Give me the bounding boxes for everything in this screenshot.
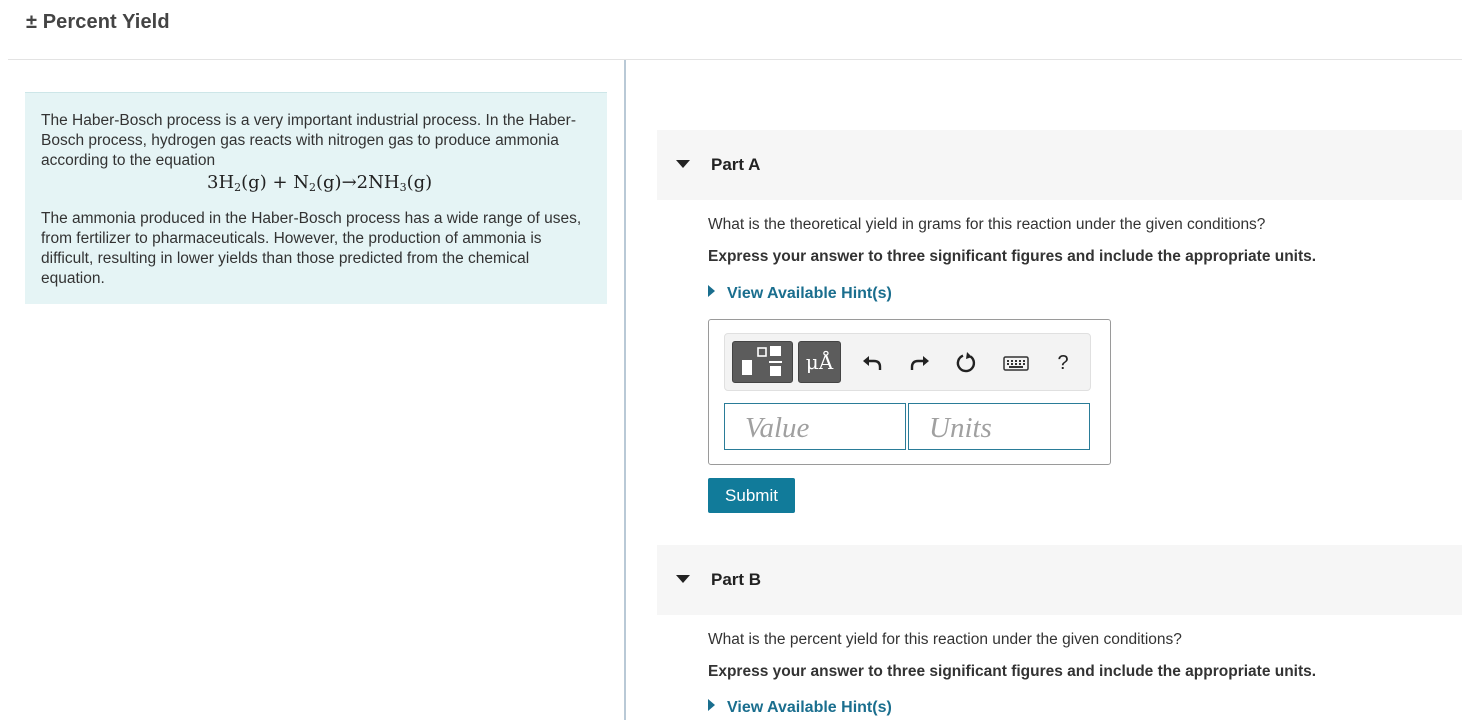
part-b-instruction: Express your answer to three significant… xyxy=(708,663,1317,680)
equation-n2: (g) + N xyxy=(241,172,309,193)
redo-button[interactable] xyxy=(908,351,932,375)
page-title: ± Percent Yield xyxy=(26,11,170,33)
equation-n2-subscript: 2 xyxy=(309,181,316,194)
header-divider xyxy=(8,59,1462,60)
intro-paragraph-1: The Haber-Bosch process is a very import… xyxy=(41,112,576,169)
part-a-title: Part A xyxy=(711,155,761,174)
intro-paragraph-2: The ammonia produced in the Haber-Bosch … xyxy=(41,210,582,287)
page-header: ± Percent Yield xyxy=(0,0,1462,60)
equation-h2: 3H xyxy=(207,172,235,193)
part-b-header[interactable]: Part B xyxy=(657,545,1462,615)
part-a-question: What is the theoretical yield in grams f… xyxy=(708,216,1266,233)
part-b-question: What is the percent yield for this react… xyxy=(708,631,1182,648)
part-a-hint-link[interactable]: View Available Hint(s) xyxy=(708,285,892,303)
equation-nh3-state: (g) xyxy=(406,172,433,193)
submit-button[interactable]: Submit xyxy=(708,478,795,513)
part-a-answer-box: μÅ ? xyxy=(708,319,1111,465)
units-icon: μÅ xyxy=(805,350,834,374)
part-a-instruction: Express your answer to three significant… xyxy=(708,248,1317,265)
collapse-caret-icon[interactable] xyxy=(676,160,690,168)
help-icon: ? xyxy=(1057,352,1069,374)
part-a-header[interactable]: Part A xyxy=(657,130,1462,200)
undo-button[interactable] xyxy=(860,351,884,375)
value-input[interactable] xyxy=(724,403,906,450)
column-divider xyxy=(624,60,626,720)
expand-triangle-icon xyxy=(708,699,715,711)
equation-nh3-subscript: 3 xyxy=(399,181,407,194)
units-button[interactable]: μÅ xyxy=(798,341,841,383)
part-b-title: Part B xyxy=(711,570,762,589)
part-b-hint-link[interactable]: View Available Hint(s) xyxy=(708,699,892,717)
reset-icon xyxy=(956,352,976,373)
keyboard-icon xyxy=(1003,356,1029,371)
chemical-equation: 3H2(g) + N2(g)→2NH3(g) xyxy=(207,171,591,195)
problem-intro: The Haber-Bosch process is a very import… xyxy=(25,92,607,304)
keyboard-button[interactable] xyxy=(1003,351,1029,375)
part-b-hint-label: View Available Hint(s) xyxy=(727,699,892,716)
answer-toolbar: μÅ ? xyxy=(724,333,1091,391)
redo-icon xyxy=(910,356,929,370)
undo-icon xyxy=(863,356,882,370)
units-input[interactable] xyxy=(908,403,1090,450)
reset-button[interactable] xyxy=(955,351,979,375)
part-a-hint-label: View Available Hint(s) xyxy=(727,285,892,302)
expand-triangle-icon xyxy=(708,285,715,297)
templates-icon xyxy=(742,346,782,376)
equation-nh3: (g)→2NH xyxy=(316,172,400,193)
templates-button[interactable] xyxy=(732,341,793,383)
collapse-caret-icon[interactable] xyxy=(676,575,690,583)
help-button[interactable]: ? xyxy=(1051,351,1075,375)
